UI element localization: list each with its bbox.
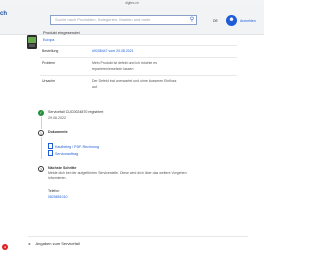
table-row: Bestellung #9208447 vom 20.08.2021 — [40, 45, 237, 57]
language-selector[interactable]: DE — [213, 19, 218, 23]
next-steps-title: Nächste Schritte — [48, 166, 77, 170]
search-input[interactable]: Suche nach Produkten, Kategorien, Marken… — [50, 15, 197, 25]
notification-badge-icon[interactable]: ● — [2, 244, 8, 250]
document-link-service-order[interactable]: Serviceauftrag — [48, 150, 78, 156]
problem-value: Mein Produkt ist defekt und ich möchte e… — [92, 61, 157, 71]
timeline-connector — [41, 117, 42, 129]
timeline-connector — [41, 137, 42, 159]
order-label: Bestellung — [42, 49, 59, 53]
case-details-toggle[interactable]: ► Angaben zum Servicefall — [28, 241, 80, 246]
cause-label: Ursache — [42, 79, 56, 83]
case-details-table: Bestellung #9208447 vom 20.08.2021 Probl… — [40, 45, 237, 93]
documents-title: Dokumente — [48, 130, 68, 134]
divider — [28, 236, 248, 237]
registered-date: 29.06.2022 — [48, 116, 66, 120]
phone-label: Telefon — [48, 189, 60, 193]
table-row: Ursache Der Defekt trat unerwartet und o… — [40, 75, 237, 93]
user-icon[interactable]: ☻ — [226, 15, 237, 26]
step-number-icon: 2 — [38, 166, 44, 172]
phone-link[interactable]: 0825851010 — [48, 195, 67, 199]
document-label: Kaufbeleg / PDF-Rechnung — [55, 145, 99, 149]
product-status-title: Produkt eingesendet — [43, 30, 80, 35]
document-link-receipt[interactable]: Kaufbeleg / PDF-Rechnung — [48, 143, 99, 149]
site-logo[interactable]: ch — [0, 11, 7, 17]
problem-label: Problem — [42, 61, 56, 65]
product-region-link[interactable]: Europa — [43, 38, 54, 42]
search-icon[interactable]: ⚲ — [188, 16, 196, 24]
check-icon: ✓ — [38, 110, 44, 116]
next-steps-text: Melde dich bei der aufgeführten Services… — [48, 171, 187, 180]
document-icon — [48, 150, 53, 156]
order-link[interactable]: #9208447 vom 20.08.2021 — [92, 49, 182, 55]
registered-title: Servicefall CUC0024870 registriert — [48, 110, 104, 114]
document-icon — [48, 143, 53, 149]
chevron-right-icon: ► — [28, 242, 32, 246]
document-label: Serviceauftrag — [55, 152, 79, 156]
step-number-icon: 1 — [38, 130, 44, 136]
table-row: Problem Mein Produkt ist defekt und ich … — [40, 57, 237, 75]
login-link[interactable]: Anmelden — [240, 19, 256, 23]
cause-value: Der Defekt trat unerwartet und ohne äuss… — [92, 79, 177, 89]
case-details-label: Angaben zum Servicefall — [35, 241, 80, 246]
product-image — [27, 35, 37, 49]
